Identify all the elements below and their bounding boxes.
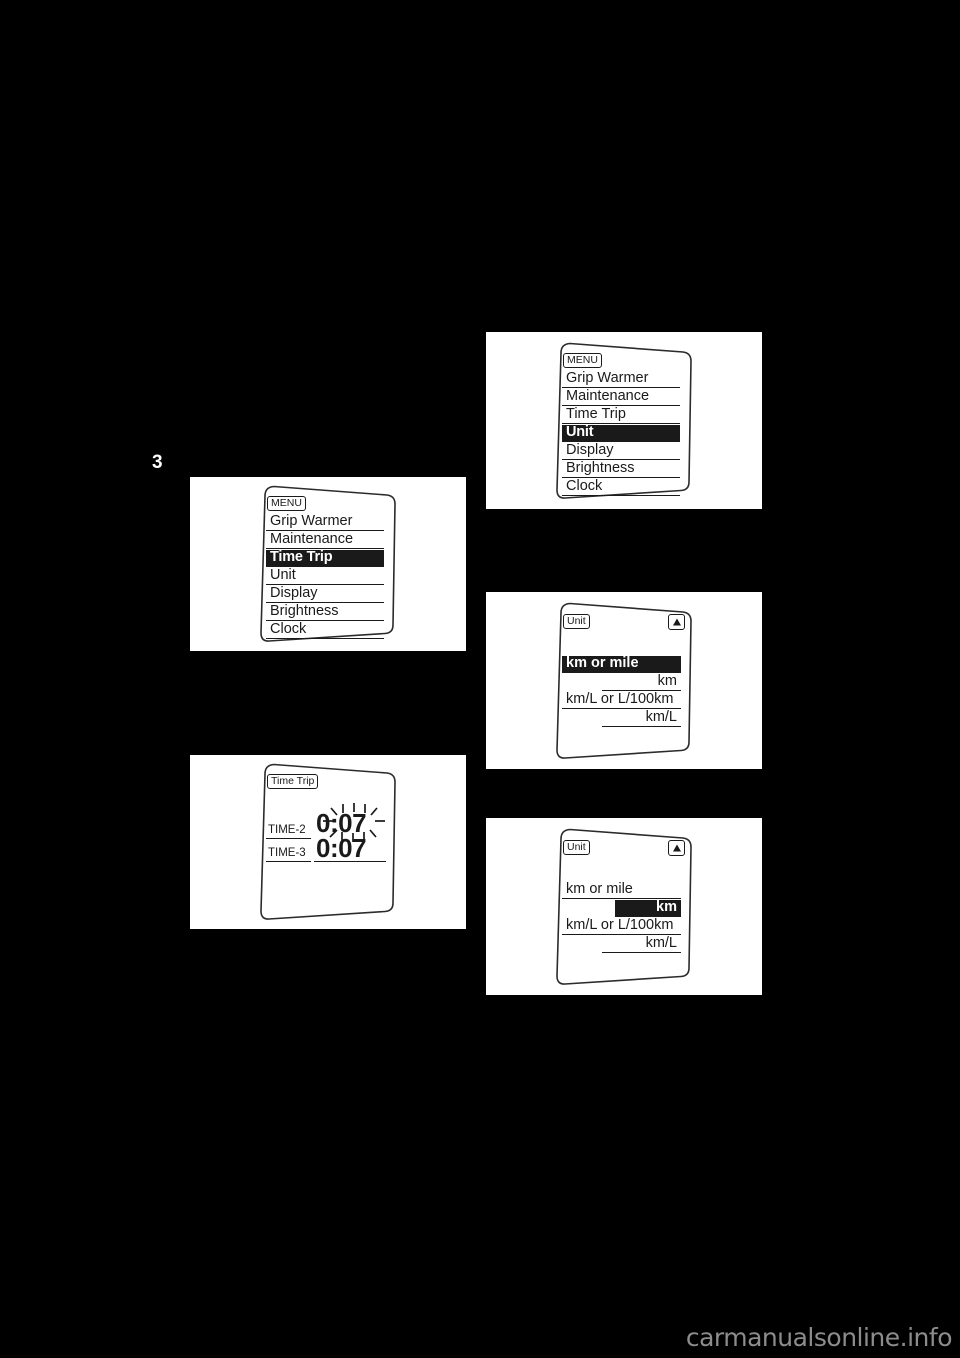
- unit-row-label: km or mile: [566, 654, 639, 671]
- unit-row-distance-setting[interactable]: km or mile: [562, 654, 681, 673]
- figure-unit-setting-selected: Unit km or mile km km/L or L/100km km/L: [486, 592, 762, 769]
- unit-row-label: km/L or L/100km: [566, 690, 674, 707]
- menu-item-unit[interactable]: Unit: [266, 568, 384, 585]
- unit-row-label: km: [657, 672, 677, 689]
- screen-tag-unit: Unit: [563, 613, 590, 629]
- figure-time-trip-screen: Time Trip TIME-2 0:07 TIME-3 0:07: [190, 755, 466, 929]
- unit-row-distance-value[interactable]: km: [615, 898, 681, 917]
- menu-item-label: Brightness: [566, 459, 635, 476]
- menu-item-unit[interactable]: Unit: [562, 423, 680, 442]
- unit-row-label: km or mile: [566, 880, 633, 897]
- menu-item-label: Unit: [270, 567, 296, 583]
- time-3-value: 0:07: [316, 833, 367, 863]
- screen-tag-unit: Unit: [563, 839, 590, 855]
- scroll-up-indicator[interactable]: [668, 839, 685, 856]
- menu-item-grip-warmer[interactable]: Grip Warmer: [562, 369, 680, 388]
- menu-item-display[interactable]: Display: [562, 441, 680, 460]
- lcd-panel: MENU Grip Warmer Maintenance Time Trip U…: [551, 341, 697, 501]
- menu-item-label: Display: [566, 441, 614, 458]
- menu-item-label: Display: [270, 585, 318, 601]
- menu-item-maintenance[interactable]: Maintenance: [266, 532, 384, 549]
- figure-menu-time-trip: MENU Grip Warmer Maintenance Time Trip U…: [190, 477, 466, 651]
- up-triangle-icon: [672, 844, 681, 851]
- menu-item-grip-warmer[interactable]: Grip Warmer: [266, 514, 384, 531]
- chapter-number: 3: [152, 452, 163, 473]
- menu-item-brightness[interactable]: Brightness: [562, 459, 680, 478]
- lcd-panel: Unit km or mile km km/L or L/100km km/L: [551, 601, 697, 761]
- menu-item-clock[interactable]: Clock: [562, 477, 680, 496]
- menu-item-label: Clock: [566, 477, 603, 494]
- menu-item-time-trip[interactable]: Time Trip: [562, 405, 680, 424]
- unit-row-label: km/L: [645, 934, 677, 951]
- menu-item-label: Maintenance: [566, 387, 650, 404]
- menu-item-label: Brightness: [270, 603, 339, 619]
- menu-item-label: Unit: [566, 423, 594, 440]
- screen-tag-menu: MENU: [267, 496, 306, 511]
- time-3-value-underline: [314, 861, 386, 862]
- figure-unit-value-selected: Unit km or mile km km/L or L/100km km/L: [486, 818, 762, 995]
- menu-item-label: Clock: [270, 621, 307, 637]
- menu-item-label: Grip Warmer: [270, 513, 353, 529]
- menu-item-display[interactable]: Display: [266, 586, 384, 603]
- lcd-panel: Unit km or mile km km/L or L/100km km/L: [551, 827, 697, 987]
- screen-tag-time-trip: Time Trip: [267, 774, 319, 789]
- menu-item-clock[interactable]: Clock: [266, 622, 384, 639]
- figure-menu-unit: MENU Grip Warmer Maintenance Time Trip U…: [486, 332, 762, 509]
- menu-item-brightness[interactable]: Brightness: [266, 604, 384, 621]
- unit-row-economy-value[interactable]: km/L: [602, 708, 681, 727]
- menu-item-label: Maintenance: [270, 531, 354, 547]
- time-3-label: TIME-3: [268, 847, 306, 859]
- menu-item-label: Time Trip: [270, 549, 333, 565]
- time-2-label-underline: [266, 838, 311, 839]
- unit-row-label: km/L or L/100km: [566, 916, 674, 933]
- scroll-up-indicator[interactable]: [668, 613, 685, 630]
- lcd-panel: Time Trip TIME-2 0:07 TIME-3 0:07: [255, 762, 401, 922]
- unit-row-distance-setting[interactable]: km or mile: [562, 880, 681, 899]
- menu-item-maintenance[interactable]: Maintenance: [562, 387, 680, 406]
- unit-row-label: km: [656, 898, 677, 915]
- time-2-label: TIME-2: [268, 824, 306, 836]
- unit-row-economy-setting[interactable]: km/L or L/100km: [562, 916, 681, 935]
- screen-tag-menu: MENU: [563, 352, 602, 368]
- menu-item-label: Grip Warmer: [566, 369, 649, 386]
- unit-row-economy-value[interactable]: km/L: [602, 934, 681, 953]
- up-triangle-icon: [672, 618, 681, 625]
- site-watermark: carmanualsonline.info: [685, 1323, 953, 1352]
- unit-row-distance-value[interactable]: km: [602, 672, 681, 691]
- menu-item-time-trip[interactable]: Time Trip: [266, 550, 384, 567]
- time-3-label-underline: [266, 861, 311, 862]
- lcd-panel: MENU Grip Warmer Maintenance Time Trip U…: [255, 484, 401, 644]
- unit-row-economy-setting[interactable]: km/L or L/100km: [562, 690, 681, 709]
- unit-row-label: km/L: [645, 708, 677, 725]
- menu-item-label: Time Trip: [566, 405, 626, 422]
